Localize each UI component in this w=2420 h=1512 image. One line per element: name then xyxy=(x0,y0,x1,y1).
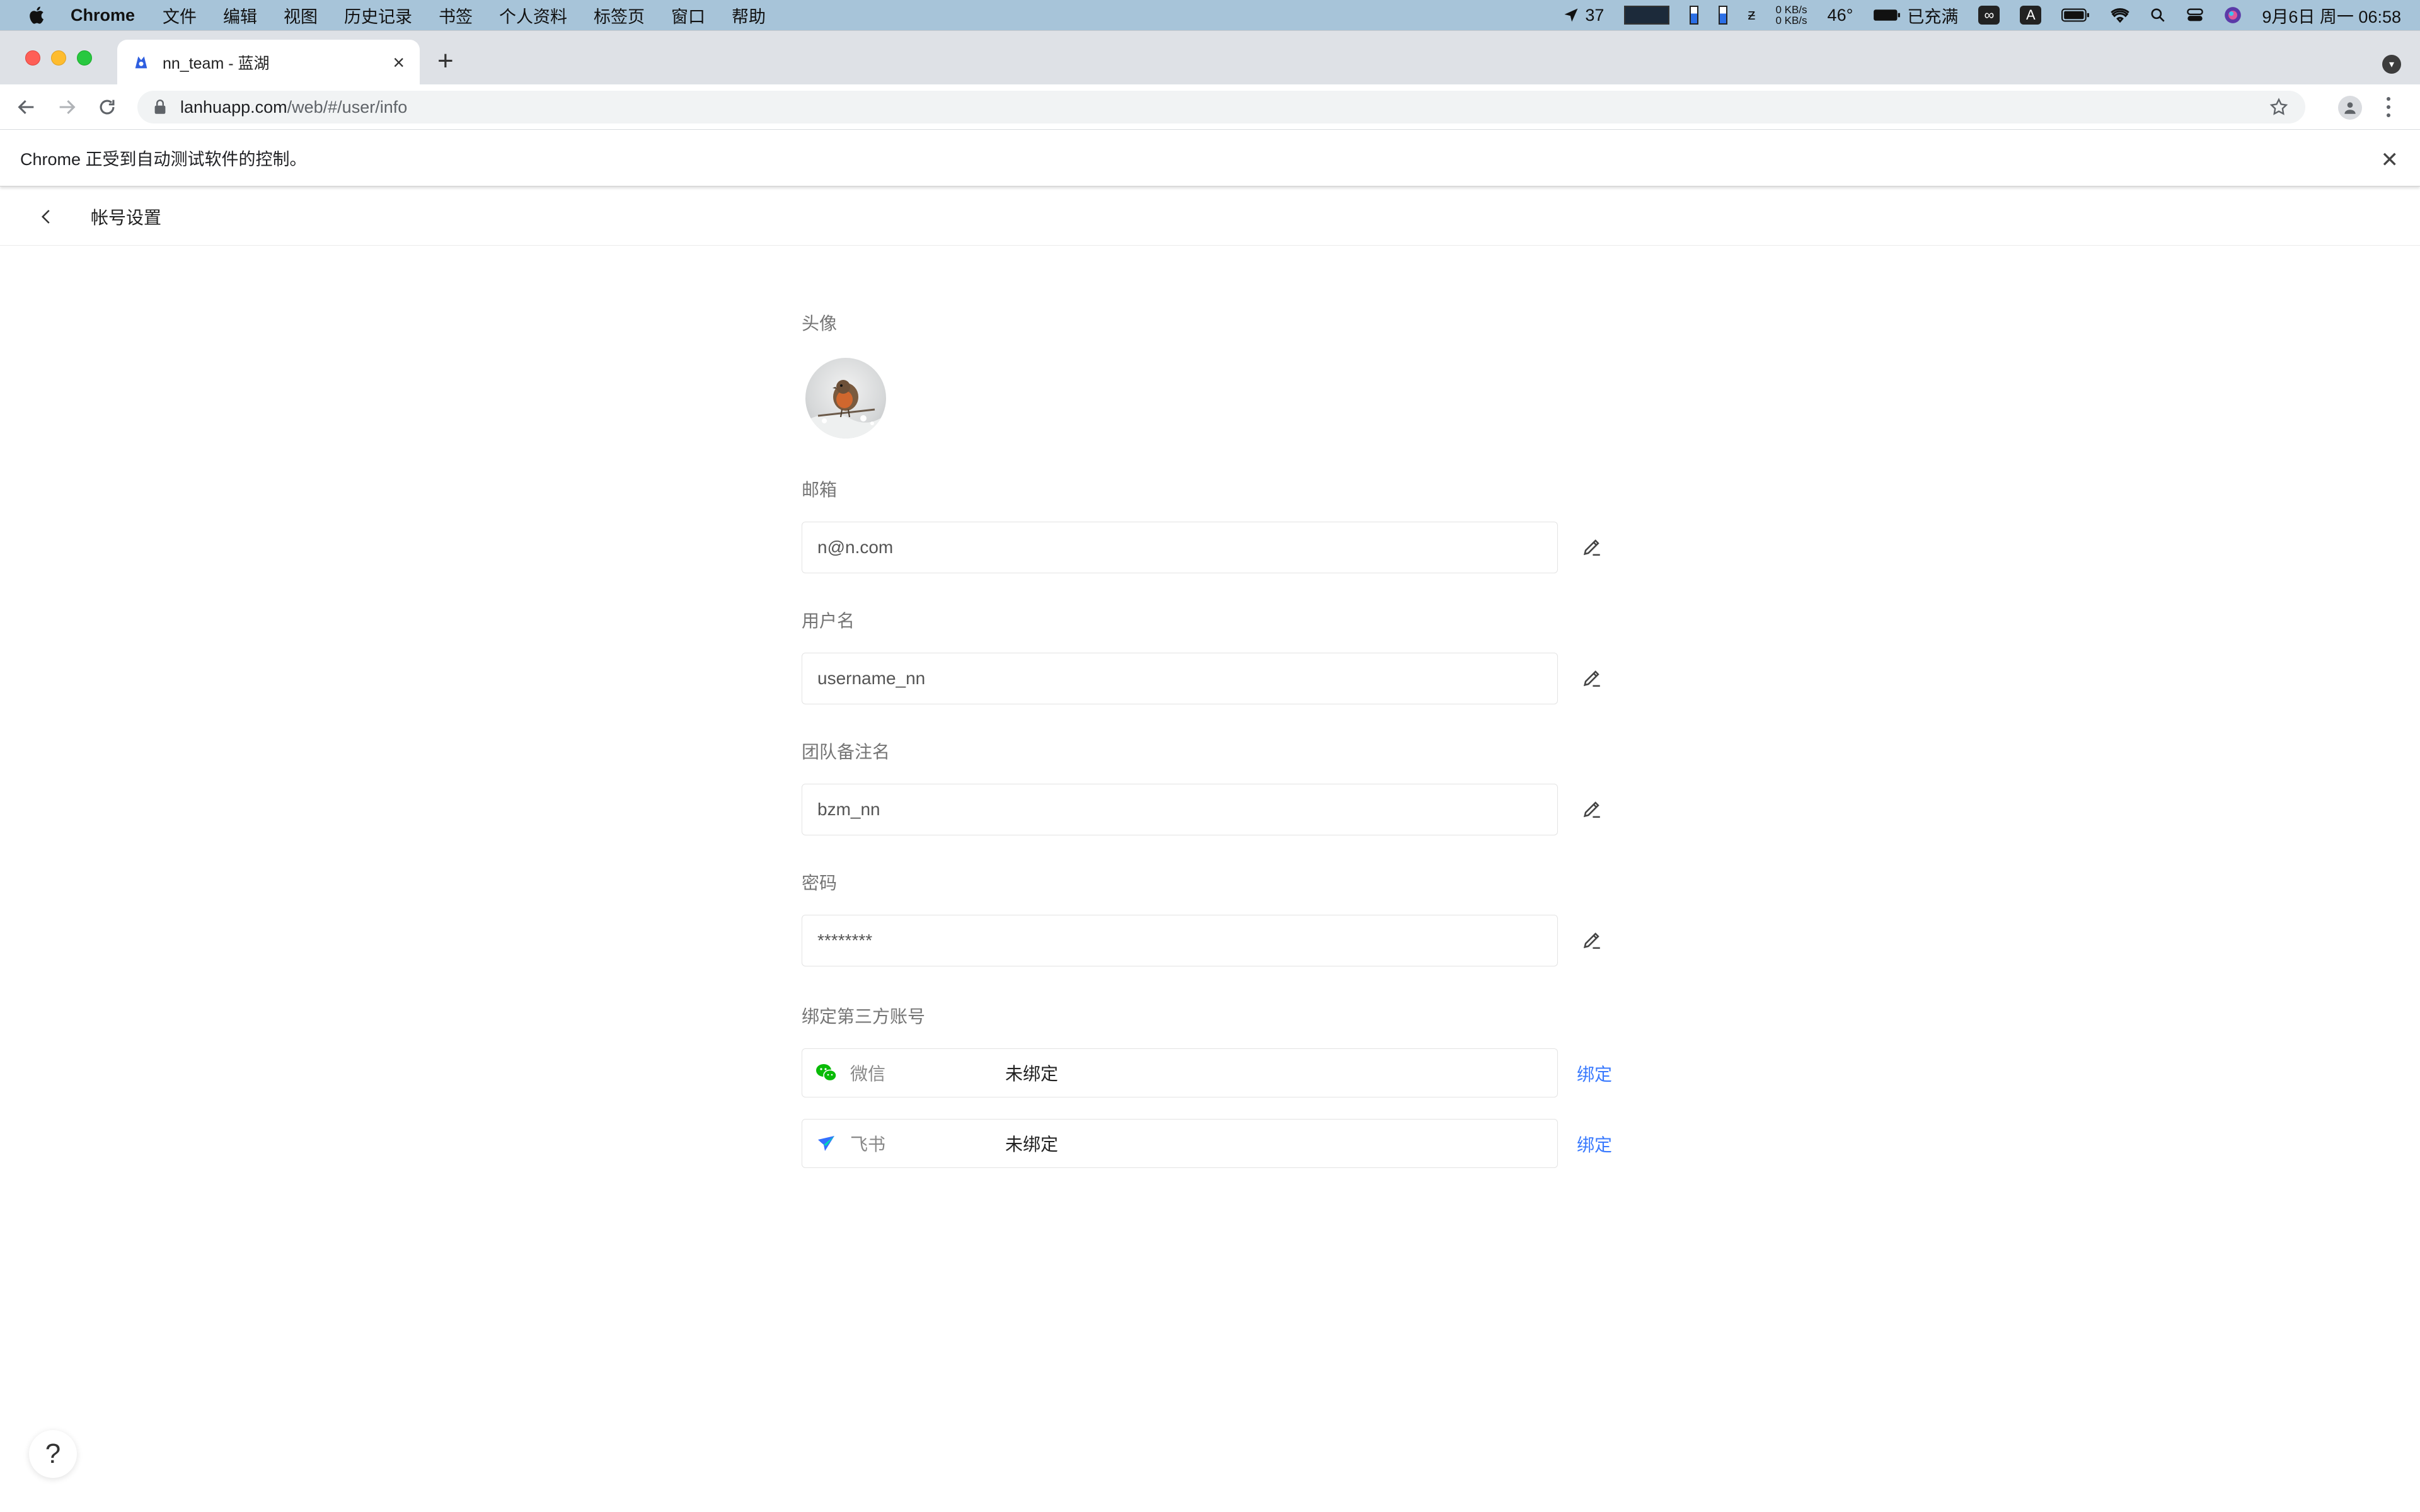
disk-bar-icon[interactable] xyxy=(1719,6,1728,25)
page-back-chevron-icon[interactable] xyxy=(34,204,59,229)
lock-icon xyxy=(154,100,166,114)
network-speed[interactable]: 0 KB/s 0 KB/s xyxy=(1775,4,1807,26)
battery-status[interactable]: 已充满 xyxy=(1873,3,1958,28)
password-label: 密码 xyxy=(802,873,838,893)
email-value: n@n.com xyxy=(817,537,894,557)
tab-title: nn_team - 蓝湖 xyxy=(163,55,270,72)
email-label: 邮箱 xyxy=(802,480,838,500)
address-bar[interactable]: lanhuapp.com /web/#/user/info xyxy=(137,91,2305,123)
window-zoom-button[interactable] xyxy=(77,50,92,66)
tab-search-chevron-icon[interactable]: ▾ xyxy=(2382,55,2401,74)
edit-username-pencil-icon[interactable] xyxy=(1579,665,1605,690)
temperature-readout[interactable]: 46° xyxy=(1828,6,1853,25)
infobar-close-icon[interactable]: ✕ xyxy=(2381,147,2399,173)
siri-icon[interactable] xyxy=(2224,6,2242,24)
battery-charging-icon[interactable] xyxy=(2061,8,2090,23)
infobar-message: Chrome 正受到自动测试软件的控制。 xyxy=(20,150,307,169)
robin-bird-image xyxy=(805,380,886,438)
user-avatar[interactable] xyxy=(805,358,886,438)
team-alias-label: 团队备注名 xyxy=(802,742,890,762)
third-party-label: 绑定第三方账号 xyxy=(802,1007,926,1026)
menu-profile[interactable]: 个人资料 xyxy=(499,3,567,28)
edit-password-pencil-icon[interactable] xyxy=(1579,927,1605,953)
reload-icon[interactable] xyxy=(95,94,120,120)
forward-arrow-icon[interactable] xyxy=(54,94,79,120)
spotlight-search-icon[interactable] xyxy=(2150,7,2166,23)
battery-text: 已充满 xyxy=(1907,7,1959,26)
apple-icon[interactable] xyxy=(26,5,45,25)
datetime-clock[interactable]: 9月6日 周一 06:58 xyxy=(2262,3,2401,28)
edit-team-alias-pencil-icon[interactable] xyxy=(1579,796,1605,822)
help-question-icon: ? xyxy=(45,1438,61,1469)
infinity-icon[interactable]: ∞ xyxy=(1978,6,2000,25)
username-value: username_nn xyxy=(817,668,926,688)
avatar-label: 头像 xyxy=(802,314,838,333)
browser-menu-kebab-icon[interactable] xyxy=(2382,94,2395,120)
tab-close-icon[interactable]: × xyxy=(393,51,405,74)
menu-edit[interactable]: 编辑 xyxy=(223,3,257,28)
bind-feishu-link[interactable]: 绑定 xyxy=(1577,1131,1612,1157)
password-field[interactable]: ******** xyxy=(802,915,1558,966)
menu-bookmarks[interactable]: 书签 xyxy=(439,3,473,28)
third-party-row-feishu: 飞书 未绑定 xyxy=(802,1119,1558,1168)
browser-tab-strip: nn_team - 蓝湖 × + ▾ xyxy=(0,30,2420,85)
page-header: 帐号设置 xyxy=(0,188,2420,246)
wifi-icon[interactable] xyxy=(2111,7,2130,23)
lanhu-favicon-icon xyxy=(132,54,150,71)
feishu-status: 未绑定 xyxy=(1005,1135,1059,1154)
menu-history[interactable]: 历史记录 xyxy=(344,3,412,28)
input-method-badge[interactable]: A xyxy=(2020,6,2042,25)
url-host: lanhuapp.com xyxy=(180,97,287,117)
third-party-row-wechat: 微信 未绑定 xyxy=(802,1048,1558,1097)
control-center-icon[interactable] xyxy=(2186,6,2204,24)
menu-tabs[interactable]: 标签页 xyxy=(594,3,645,28)
browser-toolbar: lanhuapp.com /web/#/user/info xyxy=(0,84,2420,130)
location-arrow-icon xyxy=(1564,8,1578,22)
battery-icon xyxy=(1874,9,1901,21)
back-arrow-icon[interactable] xyxy=(14,94,39,120)
new-tab-button[interactable]: + xyxy=(437,47,454,75)
network-down: 0 KB/s xyxy=(1775,14,1807,26)
wechat-status: 未绑定 xyxy=(1005,1064,1059,1084)
email-field[interactable]: n@n.com xyxy=(802,522,1558,573)
menu-window[interactable]: 窗口 xyxy=(671,3,705,28)
menu-view[interactable]: 视图 xyxy=(284,3,318,28)
location-value: 37 xyxy=(1585,5,1605,25)
help-button[interactable]: ? xyxy=(29,1430,77,1478)
team-alias-value: bzm_nn xyxy=(817,799,880,819)
memory-bar-icon[interactable] xyxy=(1690,6,1699,25)
window-controls xyxy=(25,50,103,66)
location-status[interactable]: 37 xyxy=(1562,6,1604,25)
profile-avatar-icon[interactable] xyxy=(2338,96,2362,120)
menu-help[interactable]: 帮助 xyxy=(732,3,766,28)
page-title: 帐号设置 xyxy=(91,207,162,227)
edit-email-pencil-icon[interactable] xyxy=(1579,534,1605,559)
feishu-name: 飞书 xyxy=(850,1135,886,1154)
wechat-name: 微信 xyxy=(850,1064,886,1084)
sensor-icon[interactable]: ƶ xyxy=(1748,6,1755,24)
team-alias-field[interactable]: bzm_nn xyxy=(802,784,1558,835)
feishu-icon xyxy=(815,1132,838,1155)
browser-tab-active[interactable]: nn_team - 蓝湖 × xyxy=(117,40,420,85)
username-label: 用户名 xyxy=(802,611,855,631)
menu-file[interactable]: 文件 xyxy=(163,3,197,28)
url-path: /web/#/user/info xyxy=(287,97,408,117)
cpu-meter-icon[interactable] xyxy=(1624,6,1670,25)
macos-menu-bar: Chrome 文件 编辑 视图 历史记录 书签 个人资料 标签页 窗口 帮助 3… xyxy=(0,0,2420,30)
network-up: 0 KB/s xyxy=(1775,4,1807,16)
password-value: ******** xyxy=(817,931,873,950)
bookmark-star-icon[interactable] xyxy=(2269,97,2289,117)
bind-wechat-link[interactable]: 绑定 xyxy=(1577,1061,1612,1086)
window-minimize-button[interactable] xyxy=(51,50,66,66)
window-close-button[interactable] xyxy=(25,50,40,66)
username-field[interactable]: username_nn xyxy=(802,653,1558,704)
automation-infobar: Chrome 正受到自动测试软件的控制。 ✕ xyxy=(0,130,2420,186)
menu-app-name[interactable]: Chrome xyxy=(71,6,135,25)
wechat-icon xyxy=(815,1062,838,1084)
